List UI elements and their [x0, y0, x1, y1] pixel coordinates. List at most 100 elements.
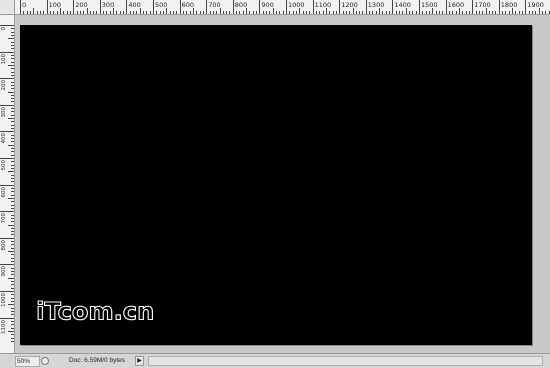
ruler-tick-minor [11, 154, 14, 156]
ruler-tick-minor [438, 11, 440, 14]
zoom-icon[interactable] [41, 357, 49, 365]
ruler-tick-minor [325, 8, 327, 14]
ruler-tick-minor [362, 11, 364, 14]
ruler-tick-minor [542, 11, 544, 14]
document-canvas[interactable]: iTcom.cn [20, 25, 532, 345]
ruler-tick-minor [23, 11, 25, 14]
ruler-tick-minor [249, 11, 251, 14]
ruler-tick-minor [106, 11, 108, 14]
ruler-tick-minor [149, 11, 151, 14]
ruler-tick-minor [242, 11, 244, 14]
ruler-tick-minor [289, 11, 291, 14]
ruler-tick-minor [11, 48, 14, 50]
ruler-tick-minor [11, 31, 14, 33]
ruler-tick-major [365, 0, 367, 14]
ruler-tick-minor [11, 98, 14, 100]
ruler-label: 100 [1, 53, 7, 65]
ruler-tick-minor [412, 11, 414, 14]
ruler-tick-minor [43, 11, 45, 14]
ruler-tick-minor [93, 11, 95, 14]
ruler-tick-minor [415, 11, 417, 14]
ruler-tick-minor [196, 11, 198, 14]
ruler-tick-minor [528, 11, 530, 14]
ruler-tick-minor [345, 11, 347, 14]
zoom-level-field[interactable]: 50% [15, 356, 40, 367]
ruler-tick-minor [136, 11, 138, 14]
ruler-label: 400 [1, 133, 7, 144]
ruler-tick-minor [455, 11, 457, 14]
ruler-tick-major [312, 0, 314, 14]
ruler-tick-minor [512, 8, 514, 14]
ruler-tick-minor [186, 11, 188, 14]
ruler-label: 700 [1, 213, 7, 224]
ruler-tick-minor [189, 11, 191, 14]
ruler-tick-minor [129, 11, 131, 14]
ruler-tick-minor [522, 11, 524, 14]
ruler-tick-minor [11, 314, 14, 316]
watermark-logo: iTcom.cn [36, 297, 155, 323]
ruler-tick-minor [11, 300, 14, 302]
ruler-tick-minor [11, 111, 14, 113]
ruler-tick-major [0, 291, 14, 292]
ruler-tick-minor [116, 11, 118, 14]
ruler-tick-minor [372, 11, 374, 14]
ruler-tick-minor [452, 11, 454, 14]
ruler-tick-minor [295, 11, 297, 14]
ruler-tick-minor [11, 138, 14, 140]
vertical-ruler[interactable]: 0 100 200 300 400 500 600 700 800 900 1000 1100 [0, 15, 15, 353]
ruler-tick-minor [11, 247, 14, 249]
ruler-tick-major [20, 0, 21, 14]
ruler-tick-minor [375, 11, 377, 14]
info-menu-arrow-icon[interactable]: ▶ [135, 356, 144, 366]
ruler-tick-minor [8, 144, 14, 146]
ruler-tick-minor [11, 41, 14, 43]
ruler-label: 500 [1, 160, 7, 171]
ruler-tick-minor [143, 11, 145, 14]
ruler-tick-minor [66, 11, 68, 14]
ruler-tick-minor [11, 121, 14, 123]
ruler-tick-minor [279, 11, 281, 14]
ruler-tick-minor [11, 297, 14, 299]
ruler-tick-minor [262, 11, 264, 14]
ruler-origin-corner[interactable] [0, 0, 15, 15]
ruler-tick-minor [319, 11, 321, 14]
ruler-tick-minor [8, 330, 14, 332]
ruler-tick-minor [11, 221, 14, 223]
ruler-tick-minor [252, 11, 254, 14]
ruler-tick-minor [36, 11, 38, 14]
ruler-tick-minor [11, 334, 14, 336]
ruler-tick-minor [8, 224, 14, 226]
ruler-tick-minor [26, 11, 28, 14]
ruler-tick-minor [226, 11, 228, 14]
ruler-label: 0 [1, 27, 7, 31]
ruler-tick-minor [216, 11, 218, 14]
ruler-tick-major [0, 51, 14, 53]
ruler-tick-minor [11, 201, 14, 203]
horizontal-scrollbar[interactable] [148, 356, 543, 366]
ruler-tick-minor [11, 327, 14, 329]
ruler-tick-minor [535, 11, 537, 14]
canvas-area[interactable]: iTcom.cn [15, 15, 550, 353]
horizontal-ruler[interactable]: 0 100 200 300 400 500 600 700 800 900 1000 1100 1200… [15, 0, 550, 15]
ruler-label: 1700 [474, 1, 491, 9]
ruler-tick-minor [8, 197, 14, 199]
ruler-tick-minor [462, 11, 464, 14]
ruler-tick-minor [11, 181, 14, 183]
ruler-tick-minor [272, 8, 274, 14]
ruler-label: 300 [1, 106, 7, 118]
ruler-tick-minor [11, 71, 14, 73]
ruler-tick-minor [8, 118, 14, 120]
ruler-tick-minor [475, 11, 477, 14]
ruler-tick-minor [113, 8, 115, 14]
ruler-tick-minor [236, 11, 238, 14]
ruler-tick-minor [79, 11, 81, 14]
ruler-tick-minor [123, 11, 125, 14]
ruler-tick-minor [379, 8, 381, 14]
ruler-tick-major [392, 0, 394, 14]
ruler-tick-minor [11, 234, 14, 236]
ruler-tick-minor [315, 11, 317, 14]
ruler-tick-minor [246, 8, 248, 14]
ruler-tick-minor [146, 11, 148, 14]
ruler-tick-major [153, 0, 154, 14]
ruler-tick-minor [11, 84, 14, 86]
